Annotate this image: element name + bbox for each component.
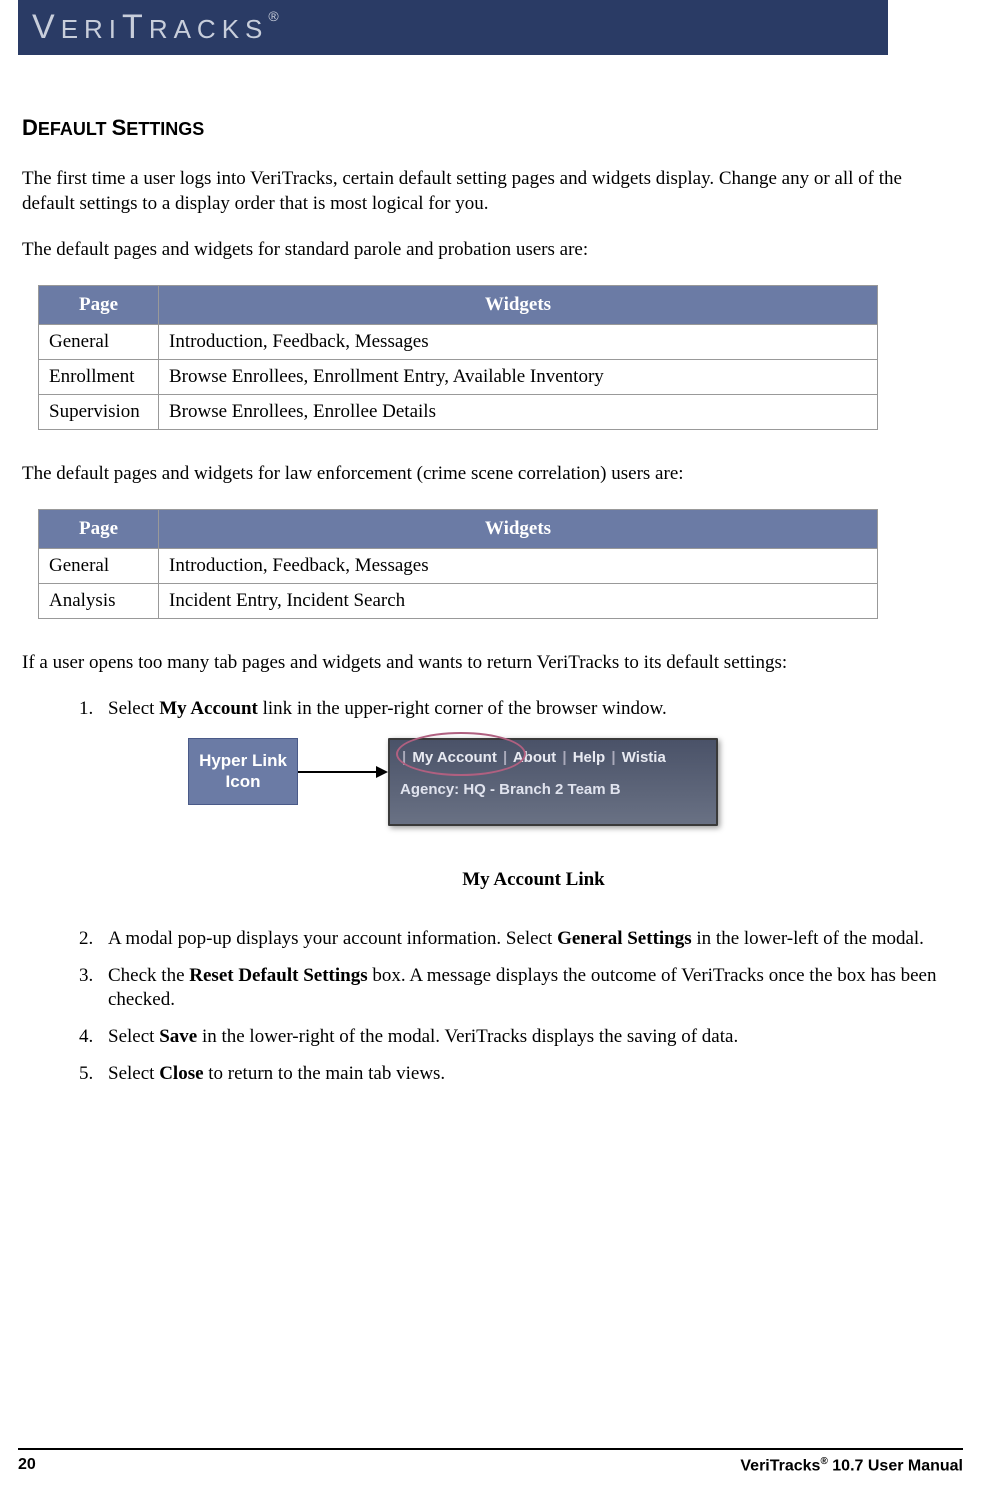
- figure-caption: My Account Link: [108, 868, 959, 893]
- arrow-icon: [298, 758, 388, 818]
- link-about[interactable]: About: [513, 749, 556, 766]
- table-row: Enrollment Browse Enrollees, Enrollment …: [39, 360, 878, 395]
- table-standard-users: Page Widgets General Introduction, Feedb…: [38, 285, 878, 430]
- step-4: Select Save in the lower-right of the mo…: [98, 1025, 959, 1050]
- step-5: Select Close to return to the main tab v…: [98, 1062, 959, 1087]
- my-account-diagram: Hyper Link Icon | My Account | About | H…: [188, 738, 959, 848]
- col-header-widgets: Widgets: [159, 286, 878, 325]
- table2-intro: The default pages and widgets for law en…: [22, 462, 959, 487]
- table-law-enforcement: Page Widgets General Introduction, Feedb…: [38, 509, 878, 619]
- intro-paragraph: The first time a user logs into VeriTrac…: [22, 167, 959, 216]
- table-row: Supervision Browse Enrollees, Enrollee D…: [39, 395, 878, 430]
- table1-intro: The default pages and widgets for standa…: [22, 238, 959, 263]
- header-bar: VERITRACKS®: [18, 0, 888, 55]
- app-header-mock: | My Account | About | Help | Wistia Age…: [388, 738, 718, 826]
- callout-box: Hyper Link Icon: [188, 738, 298, 805]
- col-header-widgets: Widgets: [159, 509, 878, 548]
- brand-logo: VERITRACKS®: [32, 8, 279, 47]
- section-heading: DEFAULT SETTINGS: [22, 115, 959, 141]
- agency-label: Agency: HQ - Branch 2 Team B: [390, 772, 716, 804]
- steps-intro: If a user opens too many tab pages and w…: [22, 651, 959, 676]
- table-row: General Introduction, Feedback, Messages: [39, 548, 878, 583]
- page-footer: 20 VeriTracks® 10.7 User Manual: [18, 1448, 963, 1475]
- col-header-page: Page: [39, 286, 159, 325]
- footer-title: VeriTracks® 10.7 User Manual: [740, 1456, 963, 1475]
- table-row: Analysis Incident Entry, Incident Search: [39, 583, 878, 618]
- col-header-page: Page: [39, 509, 159, 548]
- page-number: 20: [18, 1456, 36, 1475]
- link-my-account[interactable]: My Account: [412, 749, 496, 766]
- registered-icon: ®: [820, 1456, 827, 1467]
- step-1: Select My Account link in the upper-righ…: [98, 697, 959, 892]
- link-help[interactable]: Help: [573, 749, 606, 766]
- step-3: Check the Reset Default Settings box. A …: [98, 964, 959, 1013]
- table-row: General Introduction, Feedback, Messages: [39, 325, 878, 360]
- step-2: A modal pop-up displays your account inf…: [98, 927, 959, 952]
- link-wistia[interactable]: Wistia: [622, 749, 666, 766]
